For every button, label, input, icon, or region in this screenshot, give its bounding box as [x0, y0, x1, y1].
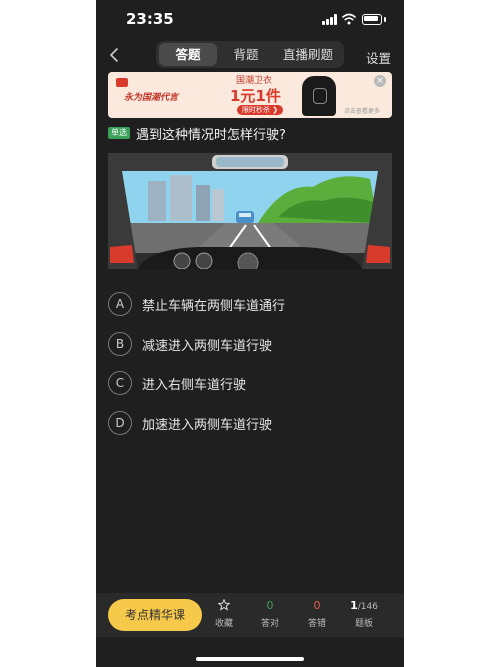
wifi-icon — [342, 13, 356, 25]
driving-scene-image — [108, 153, 392, 269]
option-c[interactable]: C 进入右侧车道行驶 — [108, 371, 392, 395]
option-letter: A — [108, 292, 132, 316]
star-icon — [217, 598, 231, 611]
collect-button[interactable]: 收藏 — [204, 598, 244, 629]
status-bar: 23:35 — [96, 0, 404, 40]
cellular-signal-icon — [322, 14, 340, 25]
collect-label: 收藏 — [214, 619, 233, 629]
option-text: 禁止车辆在两侧车道通行 — [142, 299, 286, 314]
option-b[interactable]: B 减速进入两侧车道行驶 — [108, 332, 392, 356]
correct-stat: 0 答对 — [250, 599, 290, 629]
tab-answer[interactable]: 答题 — [159, 43, 217, 66]
tab-live-practice[interactable]: 直播刷题 — [275, 43, 341, 66]
hoodie-image — [302, 76, 336, 116]
option-a[interactable]: A 禁止车辆在两侧车道通行 — [108, 292, 392, 316]
back-arrow-icon[interactable] — [106, 46, 124, 64]
option-d[interactable]: D 加速进入两侧车道行驶 — [108, 411, 392, 435]
option-letter: B — [108, 332, 132, 356]
ad-logo-icon — [116, 78, 128, 87]
option-text: 进入右侧车道行驶 — [142, 378, 247, 393]
board-label: 题板 — [354, 619, 373, 629]
option-text: 减速进入两侧车道行驶 — [142, 339, 273, 354]
option-letter: D — [108, 411, 132, 435]
ad-note: 点击查看更多 — [344, 108, 381, 115]
key-points-course-button[interactable]: 考点精华课 — [108, 599, 202, 631]
question-board-button[interactable]: 1/146 题板 — [340, 599, 388, 629]
home-indicator[interactable] — [196, 657, 304, 661]
ad-close-icon[interactable]: × — [374, 75, 386, 87]
battery-icon — [362, 14, 382, 25]
question-type-badge: 单选 — [108, 127, 130, 139]
wrong-count: 0 — [313, 599, 321, 612]
status-time: 23:35 — [126, 10, 174, 28]
correct-count: 0 — [266, 599, 274, 612]
ad-brand-slogan: 永为国潮代言 — [124, 93, 179, 103]
tab-memorize[interactable]: 背题 — [219, 43, 273, 66]
ad-flash-sale-button[interactable]: 限时秒杀 ❯ — [237, 105, 284, 115]
ad-price: 1元1件 — [230, 87, 281, 105]
question-text: 遇到这种情况时怎样行驶? — [136, 128, 286, 143]
wrong-stat: 0 答错 — [297, 599, 337, 629]
option-letter: C — [108, 371, 132, 395]
nav-bar: 答题 背题 直播刷题 设置 — [96, 40, 404, 70]
ad-banner[interactable]: 永为国潮代言 国潮卫衣 1元1件 限时秒杀 ❯ × 点击查看更多 — [108, 72, 392, 118]
progress-current: 1 — [350, 599, 358, 612]
battery-tip — [384, 17, 386, 22]
bottom-toolbar: 考点精华课 收藏 0 答对 0 答错 1/146 题板 — [96, 593, 404, 637]
settings-button[interactable]: 设置 — [366, 48, 391, 67]
option-text: 加速进入两侧车道行驶 — [142, 418, 273, 433]
app-screen: 23:35 答题 背题 直播刷题 设置 永为国潮代言 国潮卫衣 1元1件 限时秒… — [96, 0, 404, 667]
progress-total: /146 — [357, 602, 378, 612]
wrong-label: 答错 — [307, 619, 326, 629]
correct-label: 答对 — [260, 619, 279, 629]
mode-tabs: 答题 背题 直播刷题 — [156, 41, 344, 68]
